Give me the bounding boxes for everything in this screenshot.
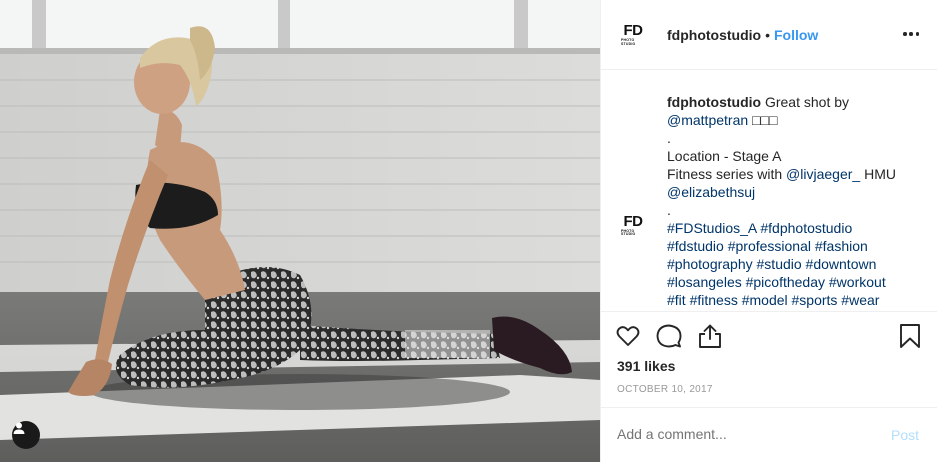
likes-count[interactable]: 391 likes (617, 358, 675, 374)
user-tag-button[interactable] (12, 421, 40, 449)
caption-line: Location - Stage A (667, 148, 782, 164)
instagram-post: FD PHOTO STUDIO fdphotostudio • Follow F… (0, 0, 937, 462)
caption-line: . (667, 202, 671, 218)
caption-line: @elizabethsuj (667, 183, 927, 201)
caption-line: . (667, 130, 671, 146)
heart-icon[interactable] (615, 323, 641, 349)
account-avatar[interactable]: FD PHOTO STUDIO (621, 21, 645, 49)
caption-line: Fitness series with @livjaeger_ HMU (667, 165, 927, 183)
caption-username[interactable]: fdphotostudio (667, 94, 761, 110)
hashtag-line[interactable]: #fdstudio #professional #fashion (667, 237, 927, 255)
caption-avatar[interactable]: FD PHOTO STUDIO (621, 211, 645, 239)
comment-input[interactable] (617, 426, 857, 442)
comments-area[interactable]: FD PHOTO STUDIO fdphotostudio Great shot… (601, 71, 937, 311)
post-caption: fdphotostudio Great shot by @mattpetran … (667, 93, 927, 309)
post-side-panel: FD PHOTO STUDIO fdphotostudio • Follow F… (600, 0, 937, 462)
caption-avatar-logo-text: FD (623, 212, 644, 230)
hashtag-line[interactable]: #photography #studio #downtown (667, 255, 927, 273)
share-icon[interactable] (697, 323, 723, 349)
mention-link[interactable]: @mattpetran (667, 112, 748, 128)
caption-text: □□□ (748, 112, 778, 128)
mention-link[interactable]: @livjaeger_ (786, 166, 860, 182)
caption-text: Fitness series with (667, 166, 787, 182)
ellipsis-dot (915, 32, 919, 36)
header-username[interactable]: fdphotostudio (667, 27, 761, 43)
ellipsis-icon (903, 32, 907, 36)
add-comment-section: Post (601, 407, 937, 462)
user-tag-icon (13, 422, 25, 434)
avatar-logo-subtext: PHOTO STUDIO (621, 38, 636, 46)
bookmark-icon[interactable] (897, 323, 923, 349)
mention-link[interactable]: @elizabethsuj (667, 184, 755, 200)
post-header: FD PHOTO STUDIO fdphotostudio • Follow (601, 0, 937, 70)
caption-avatar-logo-subtext: PHOTO STUDIO (621, 228, 636, 236)
post-actions: 391 likes OCTOBER 10, 2017 (601, 311, 937, 407)
caption-line: fdphotostudio Great shot by (667, 93, 927, 111)
avatar-logo-text: FD (623, 22, 644, 39)
ellipsis-dot (909, 32, 913, 36)
fitness-model-photo (0, 0, 600, 462)
post-comment-button[interactable]: Post (891, 427, 919, 443)
hashtag-line[interactable]: #fit #fitness #model #sports #wear (667, 291, 927, 309)
speech-bubble-icon[interactable] (656, 323, 682, 349)
more-options-button[interactable] (903, 26, 919, 42)
caption-text: HMU (860, 166, 896, 182)
post-date[interactable]: OCTOBER 10, 2017 (617, 384, 713, 395)
follow-button[interactable]: Follow (774, 27, 818, 43)
header-separator: • (765, 26, 770, 43)
hashtag-line[interactable]: #FDStudios_A #fdphotostudio (667, 219, 927, 237)
post-photo[interactable] (0, 0, 600, 462)
caption-text: Great shot by (764, 94, 850, 110)
hashtag-line[interactable]: #losangeles #picoftheday #workout (667, 273, 927, 291)
caption-line: @mattpetran □□□ (667, 111, 927, 129)
